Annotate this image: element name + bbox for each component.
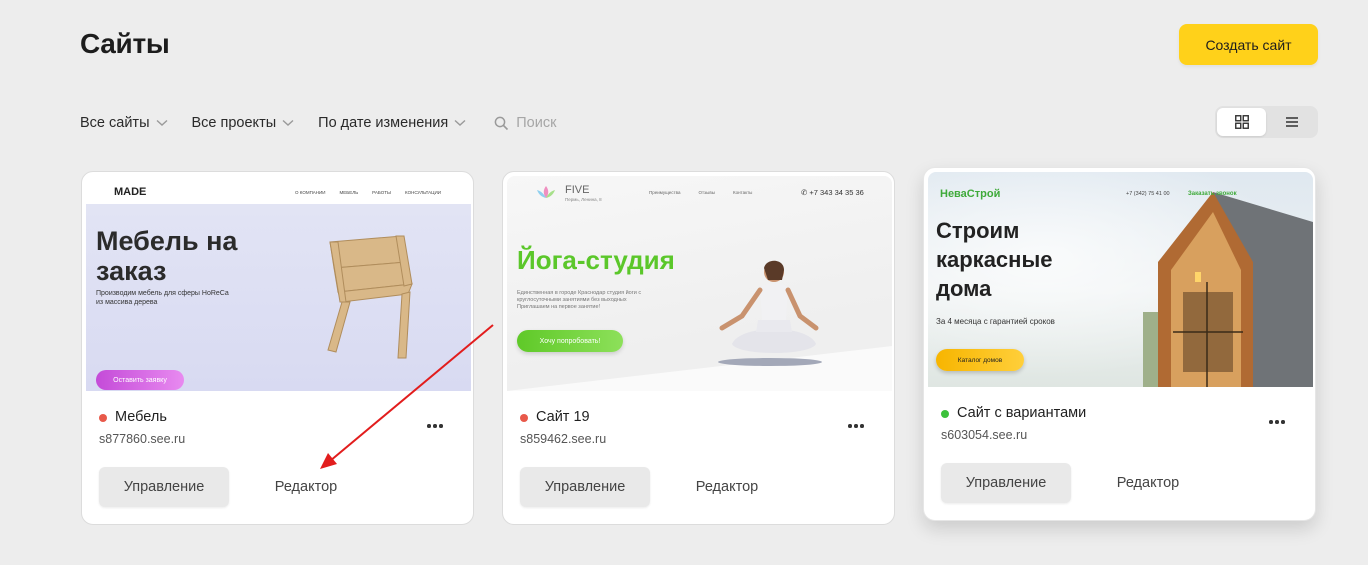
search-input[interactable]: Поиск <box>494 115 556 131</box>
preview-subtitle: Единственная в городе Краснодар студия й… <box>517 290 642 296</box>
preview-logo: MADE <box>114 186 147 198</box>
list-icon <box>1285 117 1298 127</box>
preview-nav-item: КОНСУЛЬТАЦИИ <box>405 190 441 195</box>
site-card[interactable]: FIVE Пермь, Ленина, 8 Преимущества Отзыв… <box>502 171 895 525</box>
preview-nav-item: Преимущества <box>649 190 681 195</box>
preview-headline: каркасные <box>936 247 1053 272</box>
view-toggle <box>1215 106 1318 138</box>
search-placeholder: Поиск <box>516 115 557 131</box>
preview-nav-item: РАБОТЫ <box>372 190 391 195</box>
preview-cta: Каталог домов <box>936 349 1024 371</box>
status-indicator <box>520 414 528 422</box>
preview-phone: +7 (342) 75 41 00 <box>1126 191 1170 197</box>
all-sites-filter[interactable]: Все сайты <box>80 115 168 131</box>
chevron-down-icon <box>454 119 466 126</box>
manage-button[interactable]: Управление <box>99 467 229 507</box>
preview-logo: FIVE <box>565 184 590 196</box>
preview-cta: Оставить заявку <box>96 370 184 390</box>
site-card[interactable]: НеваСтрой +7 (342) 75 41 00 Заказать зво… <box>923 167 1316 521</box>
search-icon <box>494 116 509 130</box>
page-title: Сайты <box>80 28 170 59</box>
yoga-woman-illustration <box>718 260 822 366</box>
site-preview[interactable]: MADE О КОМПАНИИ МЕБЕЛЬ РАБОТЫ КОНСУЛЬТАЦ… <box>86 176 471 391</box>
chevron-down-icon <box>282 119 294 126</box>
create-site-button[interactable]: Создать сайт <box>1179 24 1318 65</box>
preview-nav-item: Контакты <box>732 190 753 195</box>
preview-subtitle: Приглашаем на первое занятие! <box>517 304 601 310</box>
status-indicator <box>99 414 107 422</box>
site-domain[interactable]: s603054.see.ru <box>941 428 1027 442</box>
all-projects-filter[interactable]: Все проекты <box>192 115 295 131</box>
all-projects-label: Все проекты <box>191 115 277 131</box>
site-name: Мебель <box>115 409 167 425</box>
list-view-button[interactable] <box>1267 108 1316 136</box>
editor-button[interactable]: Редактор <box>254 467 358 507</box>
site-name: Сайт с вариантами <box>957 405 1087 421</box>
more-options-icon[interactable] <box>1269 420 1287 424</box>
chevron-down-icon <box>156 119 167 126</box>
sort-label: По дате изменения <box>318 115 449 131</box>
manage-button[interactable]: Управление <box>520 467 650 507</box>
site-preview[interactable]: НеваСтрой +7 (342) 75 41 00 Заказать зво… <box>928 172 1313 387</box>
preview-nav: О КОМПАНИИ МЕБЕЛЬ РАБОТЫ КОНСУЛЬТАЦИИ <box>295 190 441 195</box>
sort-filter[interactable]: По дате изменения <box>318 115 466 131</box>
preview-nav-item: О КОМПАНИИ <box>295 190 326 195</box>
preview-nav: Преимущества Отзывы Контакты <box>649 190 752 195</box>
preview-headline: дома <box>936 276 992 301</box>
preview-nav-item: МЕБЕЛЬ <box>339 190 359 195</box>
lotus-logo-icon <box>537 186 555 198</box>
house-illustration <box>1143 192 1313 387</box>
chair-illustration <box>327 235 413 359</box>
all-sites-label: Все сайты <box>80 115 150 131</box>
site-name: Сайт 19 <box>536 409 590 425</box>
editor-button[interactable]: Редактор <box>675 467 779 507</box>
grid-view-button[interactable] <box>1217 108 1266 136</box>
more-options-icon[interactable] <box>848 424 866 428</box>
preview-subtitle: За 4 месяца с гарантией сроков <box>936 317 1055 326</box>
preview-headline: заказ <box>96 256 167 286</box>
editor-button[interactable]: Редактор <box>1096 463 1200 503</box>
preview-subtitle: Производим мебель для сферы HoReCa <box>96 290 229 297</box>
site-domain[interactable]: s859462.see.ru <box>520 432 606 446</box>
preview-logo-subtitle: Пермь, Ленина, 8 <box>565 197 602 202</box>
preview-subtitle: круглосуточными занятиями без выходных <box>517 297 627 303</box>
site-card[interactable]: MADE О КОМПАНИИ МЕБЕЛЬ РАБОТЫ КОНСУЛЬТАЦ… <box>81 171 474 525</box>
preview-cta: Хочу попробовать! <box>517 330 623 352</box>
more-options-icon[interactable] <box>427 424 445 428</box>
status-indicator <box>941 410 949 418</box>
filter-bar: Все сайты Все проекты По дате изменения … <box>80 114 556 132</box>
site-domain[interactable]: s877860.see.ru <box>99 432 185 446</box>
preview-phone: ✆ +7 343 34 35 36 <box>801 188 864 197</box>
preview-nav-item: Отзывы <box>698 190 715 195</box>
preview-headline: Йога-студия <box>517 245 675 275</box>
preview-call-link: Заказать звонок <box>1188 191 1237 197</box>
preview-headline: Строим <box>936 218 1020 243</box>
grid-icon <box>1234 115 1249 129</box>
preview-subtitle: из массива дерева <box>96 299 158 306</box>
site-preview[interactable]: FIVE Пермь, Ленина, 8 Преимущества Отзыв… <box>507 176 892 391</box>
preview-headline: Мебель на <box>96 226 238 256</box>
preview-logo: НеваСтрой <box>940 188 1001 200</box>
manage-button[interactable]: Управление <box>941 463 1071 503</box>
